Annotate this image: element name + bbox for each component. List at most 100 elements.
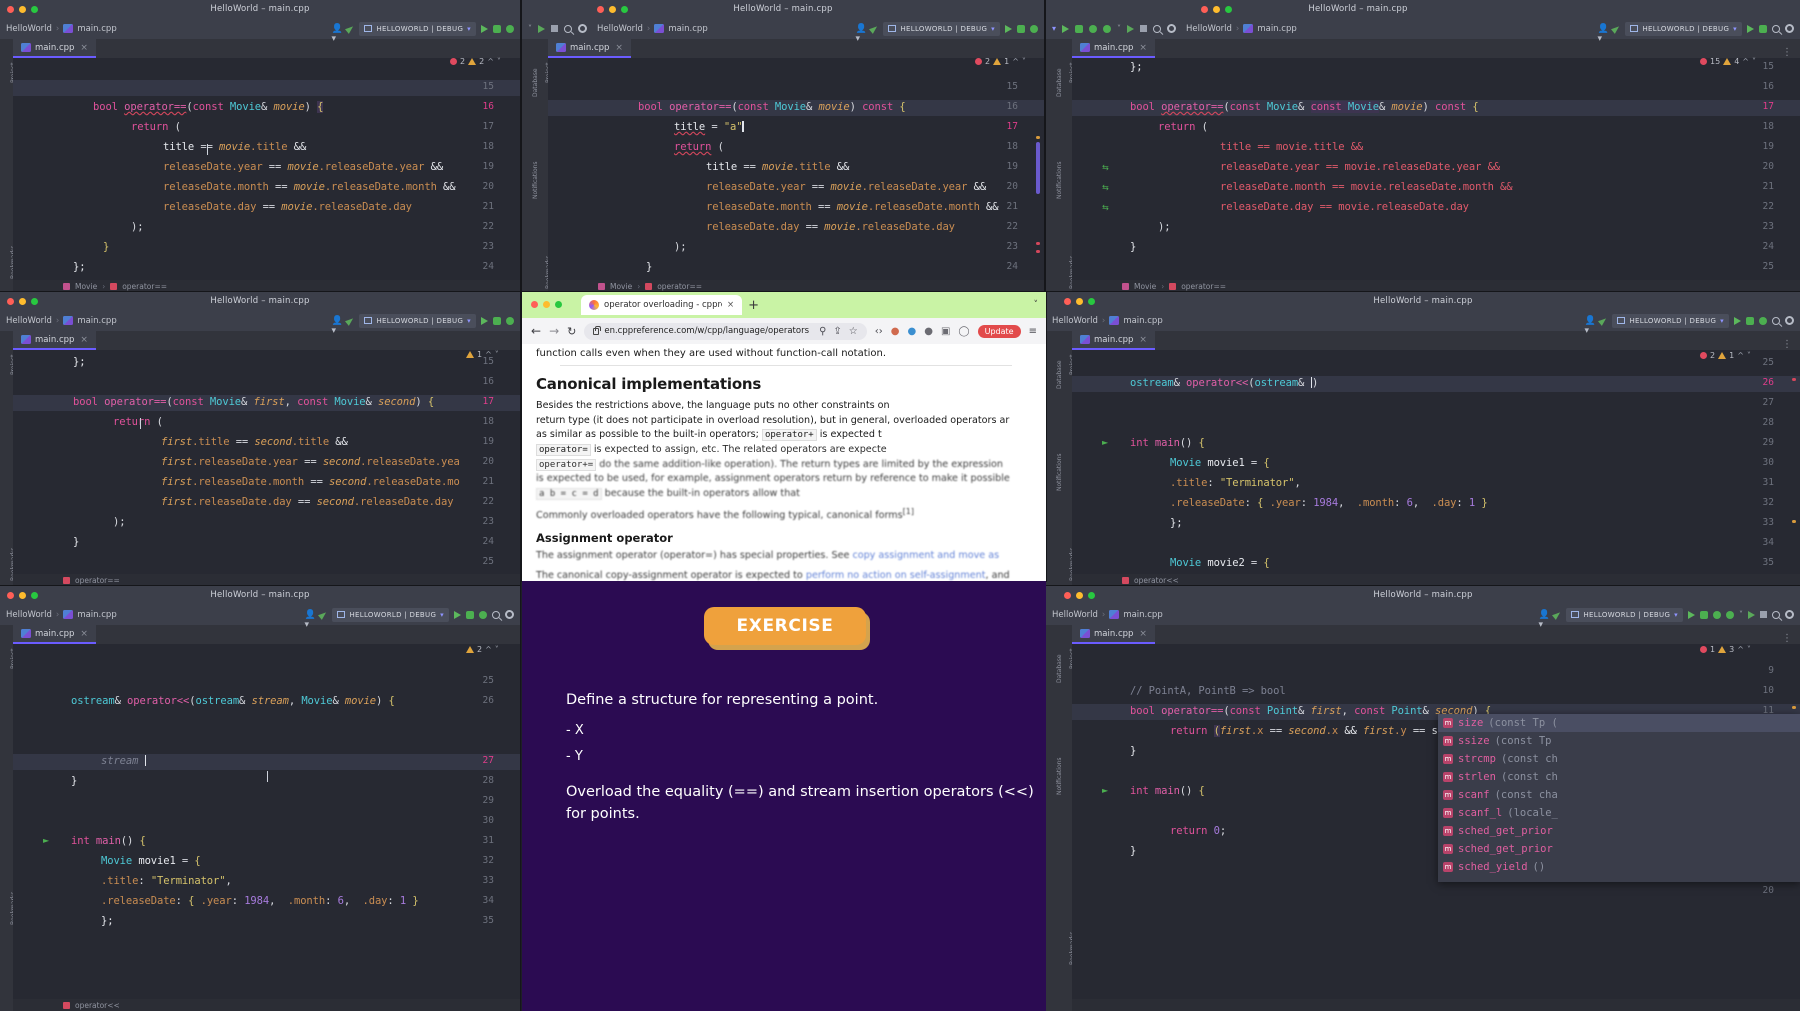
back-icon[interactable]: ← [531, 324, 541, 338]
ide-window-middle-right[interactable]: HelloWorld – main.cpp HelloWorld › main.… [1046, 292, 1800, 586]
next-problem-icon[interactable]: ˅ [495, 645, 499, 654]
code-editor[interactable]: 25 26 27 28 29 30 31 32 33 34 35 ostream… [1072, 350, 1800, 574]
run-coverage-button[interactable] [506, 316, 514, 325]
attach-button[interactable] [1127, 24, 1135, 33]
search-icon[interactable] [1772, 24, 1780, 33]
modified-gutter-icon[interactable]: ⇆ [1102, 163, 1109, 172]
close-icon[interactable]: × [727, 300, 734, 310]
breadcrumb-file[interactable]: main.cpp [668, 24, 707, 34]
extension-icon[interactable]: ● [908, 326, 917, 337]
run-configuration-selector[interactable]: HELLOWORLD | DEBUG ▾ [359, 313, 476, 328]
breadcrumb[interactable]: HelloWorld › main.cpp [1052, 316, 1163, 326]
forward-icon[interactable]: → [549, 324, 559, 338]
run-configuration-selector[interactable]: HELLOWORLD | DEBUG ▾ [332, 607, 449, 622]
run-button[interactable] [454, 610, 461, 619]
run-configuration-selector[interactable]: HELLOWORLD | DEBUG ▾ [883, 21, 1000, 36]
run-configuration-selector[interactable]: HELLOWORLD | DEBUG ▾ [1625, 21, 1742, 36]
stop-button[interactable] [1140, 25, 1148, 32]
code-editor[interactable]: 25 26 27 28 29 30 31 32 33 34 35 ostream… [13, 644, 520, 999]
extension-icon[interactable]: ● [891, 326, 900, 337]
run-button[interactable] [1734, 316, 1741, 325]
run-configuration-selector[interactable]: HELLOWORLD | DEBUG ▾ [1612, 313, 1729, 328]
gear-icon[interactable] [578, 24, 587, 33]
code-editor[interactable]: 15 16 17 18 19 20 21 22 23 24 25 bool op… [13, 58, 520, 280]
search-icon[interactable] [1772, 610, 1780, 619]
autocomplete-item[interactable]: m sched_yield () [1438, 858, 1800, 876]
account-icon[interactable]: ◯ [958, 326, 969, 337]
search-icon[interactable] [564, 24, 572, 33]
breadcrumb-file[interactable]: main.cpp [1123, 316, 1162, 326]
run-gutter-icon[interactable]: ► [1102, 438, 1108, 447]
ide-window-top-left[interactable]: HelloWorld – main.cpp HelloWorld › main.… [0, 0, 520, 292]
breadcrumb[interactable]: HelloWorld › main.cpp [1052, 610, 1163, 620]
scrollbar-thumb[interactable] [1036, 142, 1040, 194]
chevron-down-icon[interactable]: ▾ [1733, 25, 1737, 33]
close-icon[interactable]: × [80, 629, 88, 639]
more-options-icon[interactable]: ⋮ [1782, 339, 1800, 350]
url-bar[interactable]: en.cppreference.com/w/cpp/language/opera… [584, 322, 867, 340]
puzzle-icon[interactable]: ▣ [941, 326, 950, 337]
code-editor[interactable]: 15 16 17 18 19 20 21 22 23 24 25 }; bool… [13, 350, 520, 574]
prev-problem-icon[interactable]: ^ [1012, 57, 1019, 66]
run-gutter-icon[interactable]: ► [43, 836, 49, 845]
stop-button[interactable] [551, 25, 558, 32]
autocomplete-item[interactable]: m scanf (const cha [1438, 786, 1800, 804]
bookmark-star-icon[interactable]: ☆ [849, 326, 858, 337]
chevron-down-icon[interactable]: ˅ [1117, 24, 1121, 33]
gear-icon[interactable] [1785, 24, 1794, 33]
run-coverage-button[interactable] [1713, 610, 1721, 619]
tab-main-cpp[interactable]: main.cpp × [13, 39, 96, 58]
autocomplete-popup[interactable]: m size (const Tp ( m ssize (const Tp m strcmp… [1438, 714, 1800, 882]
inspection-widget-p3[interactable]: 15 4 ^ ˅ [1700, 57, 1794, 66]
breadcrumb-file[interactable]: main.cpp [77, 316, 116, 326]
link[interactable]: perform no action on self-assignment [806, 570, 986, 581]
run-button[interactable] [538, 24, 545, 33]
profile-button[interactable] [1726, 610, 1734, 619]
zoom-icon[interactable]: ⚲ [819, 326, 826, 337]
chevron-down-icon[interactable]: ▾ [1674, 611, 1678, 619]
run-button[interactable] [1005, 24, 1012, 33]
build-icon[interactable] [1611, 23, 1622, 34]
attach-button[interactable] [1748, 610, 1755, 619]
prev-problem-icon[interactable]: ^ [1737, 351, 1744, 360]
gear-icon[interactable] [1785, 610, 1794, 619]
breadcrumb-project[interactable]: HelloWorld [597, 24, 643, 34]
breadcrumb-project[interactable]: HelloWorld [6, 316, 52, 326]
chevron-down-icon[interactable]: ▾ [467, 25, 471, 33]
share-icon[interactable]: ⇪ [833, 326, 841, 337]
breadcrumb[interactable]: HelloWorld › main.cpp [597, 24, 708, 34]
user-icon[interactable]: 👤▾ [331, 24, 342, 44]
run-coverage-button[interactable] [479, 610, 487, 619]
build-icon[interactable] [1552, 609, 1563, 620]
prev-problem-icon[interactable]: ^ [1742, 57, 1749, 66]
extension-icon[interactable]: ● [924, 326, 933, 337]
chevron-down-icon[interactable]: ▾ [1052, 24, 1056, 33]
tab-main-cpp[interactable]: main.cpp × [548, 39, 631, 58]
code-editor[interactable]: 15 16 17 18 19 20 21 22 23 24 25 bool op… [548, 58, 1044, 280]
breadcrumb-project[interactable]: HelloWorld [6, 610, 52, 620]
debug-button[interactable] [1746, 316, 1754, 325]
autocomplete-item[interactable]: m strcmp (const ch [1438, 750, 1800, 768]
search-icon[interactable] [1153, 24, 1162, 33]
next-problem-icon[interactable]: ˅ [1747, 351, 1751, 360]
gear-icon[interactable] [505, 610, 514, 619]
rail-database[interactable]: Database [1056, 654, 1063, 683]
user-icon[interactable]: 👤▾ [304, 610, 315, 630]
browser-window[interactable]: operator overloading - cppref × + ˅ ← → … [522, 292, 1046, 581]
close-icon[interactable]: × [1139, 629, 1147, 639]
reload-icon[interactable]: ↻ [567, 325, 576, 338]
link[interactable]: copy assignment and move as [852, 550, 999, 561]
chevron-down-icon[interactable]: ˅ [528, 24, 532, 33]
ide-window-top-right[interactable]: HelloWorld – main.cpp ▾ ˅ HelloWorld › m… [1046, 0, 1800, 292]
prev-problem-icon[interactable]: ^ [487, 57, 494, 66]
new-tab-icon[interactable]: + [748, 298, 759, 313]
run-configuration-selector[interactable]: HELLOWORLD | DEBUG ▾ [359, 21, 476, 36]
build-icon[interactable] [318, 609, 329, 620]
debug-button[interactable] [1017, 24, 1025, 33]
tab-main-cpp[interactable]: main.cpp × [13, 331, 96, 350]
window-controls[interactable] [531, 301, 562, 308]
tab-main-cpp[interactable]: main.cpp × [13, 625, 96, 644]
next-problem-icon[interactable]: ˅ [1022, 57, 1026, 66]
breadcrumb-file[interactable]: main.cpp [77, 610, 116, 620]
rail-database[interactable]: Database [1056, 68, 1063, 97]
